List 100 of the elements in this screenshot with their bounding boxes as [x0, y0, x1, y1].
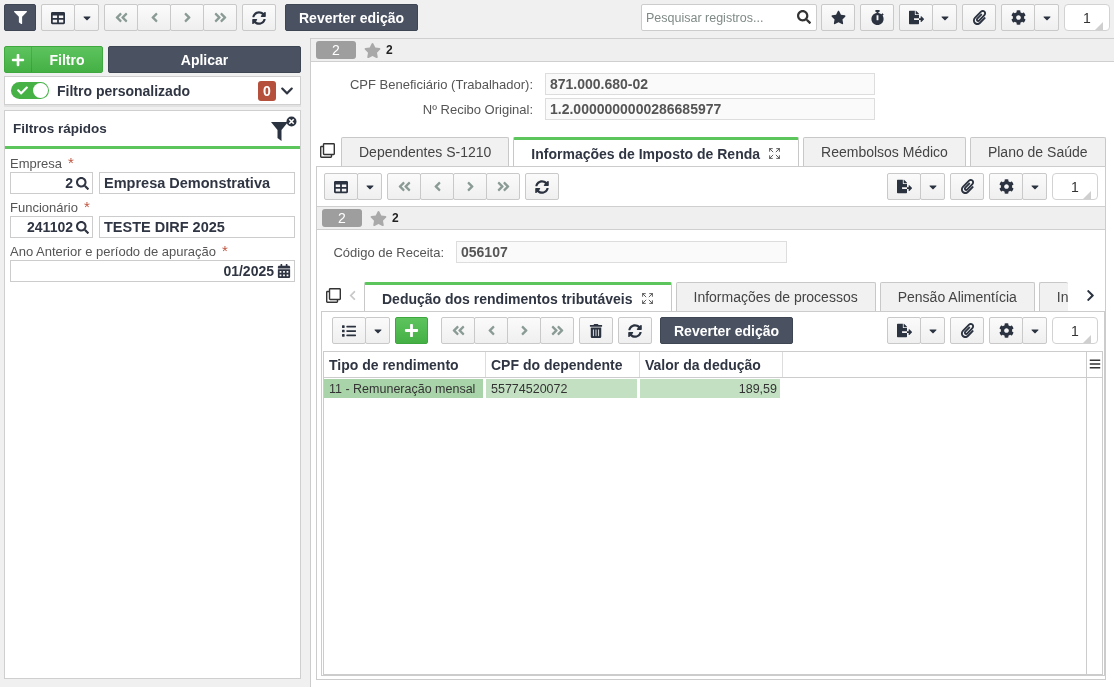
revert-button[interactable]: Reverter edição: [285, 4, 419, 31]
tab[interactable]: Informações de processos: [675, 282, 876, 311]
previous-record-button[interactable]: [420, 173, 454, 200]
search-icon: [797, 10, 811, 24]
grid-view-button[interactable]: [324, 173, 358, 200]
double-chevron-left-icon: [113, 10, 129, 25]
custom-filter-label: Filtro personalizado: [57, 82, 190, 99]
refresh-icon: [535, 179, 549, 194]
star-icon[interactable]: [364, 41, 381, 59]
name-field[interactable]: TESTE DIRF 2025: [99, 216, 295, 238]
attach-button[interactable]: [962, 4, 996, 31]
value-field[interactable]: 1.2.0000000000286685977: [545, 98, 875, 120]
search-field[interactable]: Pesquisar registros...: [641, 4, 817, 31]
tab[interactable]: Informações de Imposto de Renda: [513, 137, 800, 166]
check-icon: [17, 85, 28, 96]
tab[interactable]: Dedução dos rendimentos tributáveis: [364, 282, 672, 311]
last-record-button[interactable]: [486, 173, 520, 200]
expand-icon: [768, 147, 782, 160]
code-field[interactable]: 241102: [10, 216, 93, 238]
settings-button[interactable]: [989, 317, 1023, 344]
column-header[interactable]: Valor da dedução: [640, 352, 783, 377]
list-icon: [342, 323, 356, 338]
funnel-icon: [13, 11, 27, 24]
previous-record-button[interactable]: [137, 4, 171, 31]
page-field[interactable]: 1: [1052, 173, 1098, 200]
tab[interactable]: Plano de Saúde: [969, 137, 1106, 166]
table-cell: 11 - Remuneração mensal: [324, 379, 486, 398]
refresh-button[interactable]: [242, 4, 276, 31]
code-field[interactable]: 2: [10, 172, 93, 194]
expand-icon: [640, 292, 654, 305]
first-record-button[interactable]: [387, 173, 421, 200]
apply-button[interactable]: Aplicar: [108, 46, 301, 73]
next-record-button[interactable]: [170, 4, 204, 31]
star-count: 2: [386, 43, 393, 57]
copy-icon: [326, 288, 341, 303]
next-record-button[interactable]: [453, 173, 487, 200]
star-icon[interactable]: [370, 209, 387, 227]
refresh-button[interactable]: [525, 173, 559, 200]
value-field[interactable]: 056107: [456, 241, 787, 263]
search-icon: [76, 220, 89, 234]
next-record-button[interactable]: [507, 317, 541, 344]
table-row[interactable]: 11 - Remuneração mensal 55774520072 189,59: [324, 379, 783, 398]
delete-button[interactable]: [579, 317, 613, 344]
page-field[interactable]: 1: [1052, 317, 1098, 344]
timer-button[interactable]: [860, 4, 894, 31]
calendar-icon: [277, 264, 291, 278]
export-button[interactable]: [899, 4, 933, 31]
last-record-button[interactable]: [540, 317, 574, 344]
file-export-icon: [896, 323, 912, 338]
revert-button[interactable]: Reverter edição: [660, 317, 794, 344]
double-chevron-right-icon: [495, 179, 511, 194]
table-cell: 55774520072: [486, 379, 640, 398]
grid-view-button[interactable]: [41, 4, 75, 31]
column-header[interactable]: Tipo de rendimento: [324, 352, 486, 377]
file-export-icon: [896, 179, 912, 194]
name-field[interactable]: Empresa Demonstrativa: [99, 172, 295, 194]
page-field[interactable]: 1: [1064, 4, 1110, 31]
first-record-button[interactable]: [104, 4, 138, 31]
filter-button[interactable]: [4, 4, 36, 31]
chevron-right-icon[interactable]: [1084, 289, 1097, 302]
settings-button[interactable]: [1001, 4, 1035, 31]
plus-icon: [11, 52, 25, 67]
export-button[interactable]: [887, 317, 921, 344]
settings-button[interactable]: [989, 173, 1023, 200]
first-record-button[interactable]: [441, 317, 475, 344]
column-header[interactable]: CPF do dependente: [486, 352, 640, 377]
export-button[interactable]: [887, 173, 921, 200]
favorite-button[interactable]: [821, 4, 855, 31]
field-label: Empresa *: [10, 155, 75, 172]
field-label: Funcionário *: [10, 199, 91, 216]
star-icon: [830, 10, 846, 25]
double-chevron-left-icon: [450, 323, 466, 338]
search-icon: [76, 176, 89, 190]
double-chevron-right-icon: [212, 10, 228, 25]
date-field[interactable]: 01/2025: [10, 260, 295, 282]
tab[interactable]: Pensão Alimentícia: [879, 282, 1035, 311]
add-button[interactable]: [395, 317, 428, 344]
list-view-button[interactable]: [332, 317, 366, 344]
paperclip-icon: [971, 10, 987, 25]
file-export-icon: [908, 10, 924, 25]
star-count: 2: [392, 211, 399, 225]
last-record-button[interactable]: [203, 4, 237, 31]
attach-button[interactable]: [950, 173, 984, 200]
tab[interactable]: In: [1038, 282, 1069, 311]
stopwatch-icon: [869, 10, 885, 25]
toggle-switch[interactable]: [11, 82, 49, 99]
attach-button[interactable]: [950, 317, 984, 344]
copy-icon: [320, 143, 335, 158]
refresh-button[interactable]: [618, 317, 652, 344]
tab[interactable]: Dependentes S-1210: [341, 137, 510, 166]
gear-icon: [998, 323, 1014, 338]
paperclip-icon: [959, 179, 975, 194]
tab[interactable]: Reembolsos Médico: [803, 137, 966, 166]
value-field[interactable]: 871.000.680-02: [545, 73, 875, 95]
paperclip-icon: [959, 323, 975, 338]
table-cell: 189,59: [640, 379, 783, 398]
trash-icon: [589, 323, 603, 338]
previous-record-button[interactable]: [474, 317, 508, 344]
grid-icon: [334, 179, 348, 194]
funnel-x-icon[interactable]: [270, 115, 297, 142]
